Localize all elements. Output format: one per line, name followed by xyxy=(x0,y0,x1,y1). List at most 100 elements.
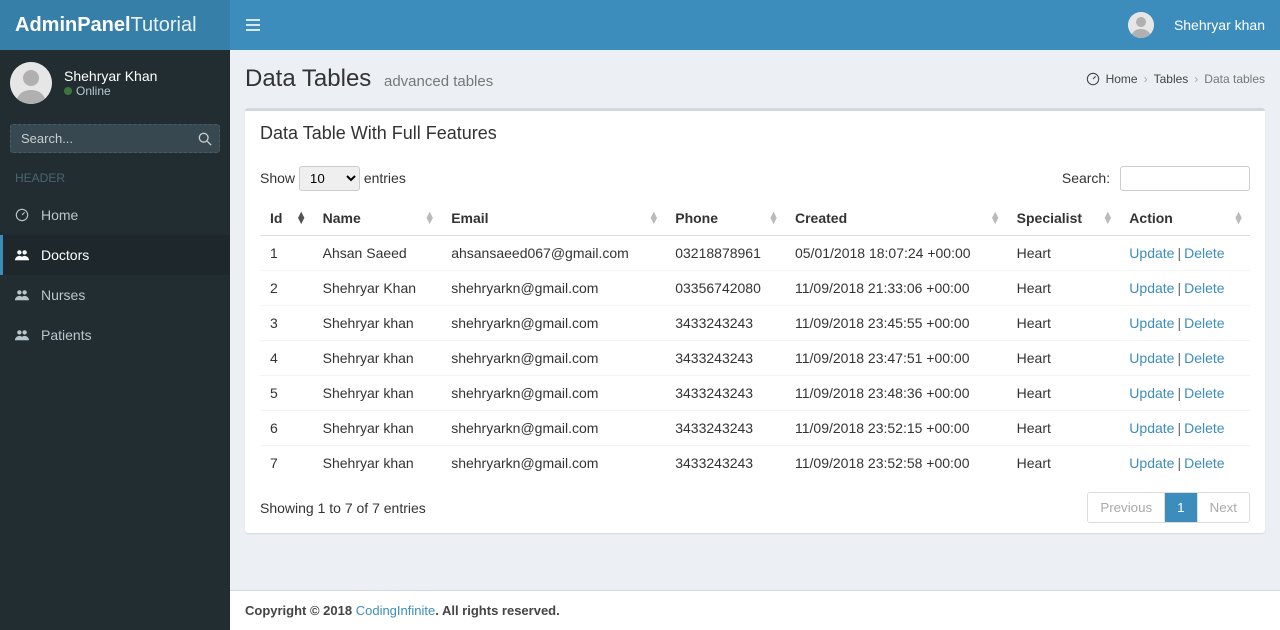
update-link[interactable]: Update xyxy=(1129,245,1174,261)
search-label: Search: xyxy=(1062,170,1110,186)
sidebar-item-home[interactable]: Home xyxy=(0,195,230,235)
panel-title: Data Table With Full Features xyxy=(260,123,1250,144)
cell-action: Update|Delete xyxy=(1119,306,1250,341)
home-icon xyxy=(1086,72,1100,86)
sidebar-search-input[interactable] xyxy=(10,124,220,153)
table-search-input[interactable] xyxy=(1120,166,1250,191)
table-row: 5Shehryar khanshehryarkn@gmail.com343324… xyxy=(260,376,1250,411)
cell-id: 4 xyxy=(260,341,313,376)
cell-name: Shehryar khan xyxy=(313,446,442,481)
sort-icon: ▲▼ xyxy=(1233,212,1244,224)
hamburger-icon[interactable] xyxy=(245,17,261,33)
column-header[interactable]: Id▲▼ xyxy=(260,201,313,236)
delete-link[interactable]: Delete xyxy=(1184,455,1224,471)
user-name: Shehryar Khan xyxy=(64,68,157,84)
action-separator: | xyxy=(1177,245,1181,261)
update-link[interactable]: Update xyxy=(1129,350,1174,366)
sidebar-item-label: Nurses xyxy=(41,287,85,303)
cell-phone: 3433243243 xyxy=(665,341,785,376)
breadcrumb-current: Data tables xyxy=(1204,72,1265,86)
sidebar-item-label: Home xyxy=(41,207,78,223)
column-header[interactable]: Created▲▼ xyxy=(785,201,1007,236)
delete-link[interactable]: Delete xyxy=(1184,420,1224,436)
delete-link[interactable]: Delete xyxy=(1184,245,1224,261)
sort-icon: ▲▼ xyxy=(1102,212,1113,224)
cell-specialist: Heart xyxy=(1007,376,1120,411)
delete-link[interactable]: Delete xyxy=(1184,280,1224,296)
column-label: Phone xyxy=(675,210,718,226)
topbar-username: Shehryar khan xyxy=(1174,17,1265,33)
dashboard-icon xyxy=(15,208,31,222)
brand-logo[interactable]: AdminPanelTutorial xyxy=(0,0,230,50)
sidebar-section-header: HEADER xyxy=(0,161,230,195)
sidebar-item-label: Patients xyxy=(41,327,92,343)
entries-select[interactable]: 10 xyxy=(299,166,360,191)
search-icon[interactable] xyxy=(198,132,212,146)
update-link[interactable]: Update xyxy=(1129,455,1174,471)
cell-id: 5 xyxy=(260,376,313,411)
column-header[interactable]: Phone▲▼ xyxy=(665,201,785,236)
user-status: Online xyxy=(76,84,111,98)
user-panel: Shehryar Khan Online xyxy=(0,50,230,116)
cell-specialist: Heart xyxy=(1007,271,1120,306)
update-link[interactable]: Update xyxy=(1129,280,1174,296)
action-separator: | xyxy=(1177,385,1181,401)
cell-name: Shehryar khan xyxy=(313,411,442,446)
cell-created: 11/09/2018 23:52:15 +00:00 xyxy=(785,411,1007,446)
sidebar-item-label: Doctors xyxy=(41,247,89,263)
data-table: Id▲▼Name▲▼Email▲▼Phone▲▼Created▲▼Special… xyxy=(260,201,1250,480)
column-label: Specialist xyxy=(1017,210,1082,226)
table-row: 6Shehryar khanshehryarkn@gmail.com343324… xyxy=(260,411,1250,446)
update-link[interactable]: Update xyxy=(1129,385,1174,401)
breadcrumb-tables[interactable]: Tables xyxy=(1154,72,1189,86)
topbar-user-menu[interactable]: Shehryar khan xyxy=(1128,12,1265,38)
table-search: Search: xyxy=(1062,166,1250,191)
table-row: 7Shehryar khanshehryarkn@gmail.com343324… xyxy=(260,446,1250,481)
delete-link[interactable]: Delete xyxy=(1184,315,1224,331)
cell-created: 11/09/2018 23:47:51 +00:00 xyxy=(785,341,1007,376)
column-header[interactable]: Specialist ▲▼ xyxy=(1007,201,1120,236)
column-label: Email xyxy=(451,210,488,226)
cell-email: shehryarkn@gmail.com xyxy=(441,446,665,481)
cell-name: Shehryar khan xyxy=(313,341,442,376)
prev-button[interactable]: Previous xyxy=(1088,493,1164,522)
cell-action: Update|Delete xyxy=(1119,341,1250,376)
sort-icon: ▲▼ xyxy=(424,212,435,224)
page-button-1[interactable]: 1 xyxy=(1164,493,1196,522)
column-header[interactable]: Action▲▼ xyxy=(1119,201,1250,236)
sidebar-item-doctors[interactable]: Doctors xyxy=(0,235,230,275)
sidebar-item-patients[interactable]: Patients xyxy=(0,315,230,355)
footer-rest: . All rights reserved. xyxy=(435,603,560,618)
cell-phone: 03356742080 xyxy=(665,271,785,306)
table-row: 1Ahsan Saeedahsansaeed067@gmail.com03218… xyxy=(260,236,1250,271)
column-header[interactable]: Email▲▼ xyxy=(441,201,665,236)
delete-link[interactable]: Delete xyxy=(1184,350,1224,366)
column-label: Name xyxy=(323,210,361,226)
cell-phone: 3433243243 xyxy=(665,446,785,481)
breadcrumb-home[interactable]: Home xyxy=(1106,72,1138,86)
update-link[interactable]: Update xyxy=(1129,315,1174,331)
column-header[interactable]: Name ▲▼ xyxy=(313,201,442,236)
action-separator: | xyxy=(1177,420,1181,436)
pagination: Previous 1 Next xyxy=(1087,492,1250,523)
cell-action: Update|Delete xyxy=(1119,446,1250,481)
cell-created: 11/09/2018 23:52:58 +00:00 xyxy=(785,446,1007,481)
delete-link[interactable]: Delete xyxy=(1184,385,1224,401)
cell-phone: 03218878961 xyxy=(665,236,785,271)
cell-action: Update|Delete xyxy=(1119,376,1250,411)
footer: Copyright © 2018 CodingInfinite. All rig… xyxy=(230,590,1280,630)
user-avatar xyxy=(10,62,52,104)
cell-name: Shehryar khan xyxy=(313,376,442,411)
update-link[interactable]: Update xyxy=(1129,420,1174,436)
sidebar-item-nurses[interactable]: Nurses xyxy=(0,275,230,315)
cell-specialist: Heart xyxy=(1007,306,1120,341)
show-label-pre: Show xyxy=(260,170,295,186)
cell-email: shehryarkn@gmail.com xyxy=(441,411,665,446)
cell-specialist: Heart xyxy=(1007,236,1120,271)
cell-created: 11/09/2018 21:33:06 +00:00 xyxy=(785,271,1007,306)
sort-icon: ▲▼ xyxy=(990,212,1001,224)
next-button[interactable]: Next xyxy=(1197,493,1249,522)
cell-name: Shehryar khan xyxy=(313,306,442,341)
footer-link[interactable]: CodingInfinite xyxy=(356,603,436,618)
cell-specialist: Heart xyxy=(1007,446,1120,481)
